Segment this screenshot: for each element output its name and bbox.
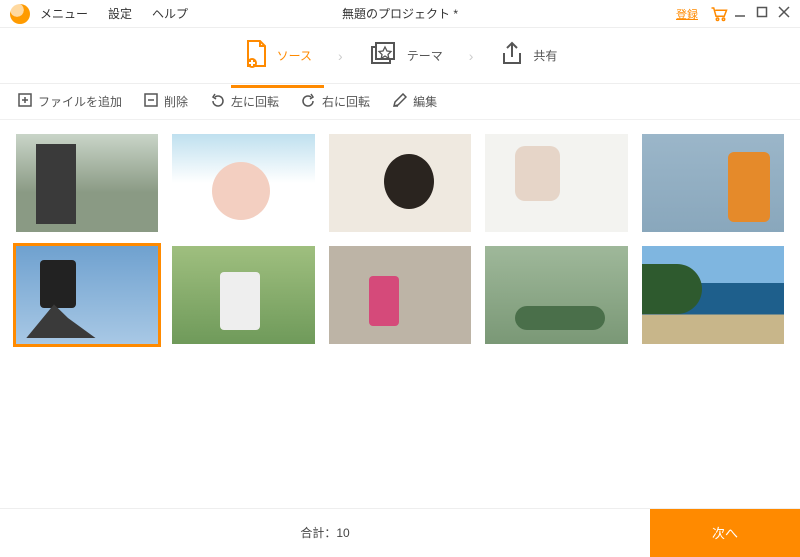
rotate-right-label: 右に回転	[322, 93, 370, 110]
thumbnail[interactable]	[485, 134, 627, 232]
footer-bar: 合計：10 次へ	[0, 508, 800, 556]
thumbnail[interactable]	[172, 134, 314, 232]
thumbnail[interactable]	[485, 246, 627, 344]
step-share-label: 共有	[533, 47, 557, 64]
actions-toolbar: ファイルを追加 削除 左に回転 右に回転 編集	[0, 84, 800, 120]
chevron-right-icon: ›	[469, 48, 474, 64]
add-file-button[interactable]: ファイルを追加	[18, 93, 122, 110]
thumbnail[interactable]	[16, 134, 158, 232]
document-add-icon	[243, 39, 269, 72]
next-button[interactable]: 次へ	[650, 509, 800, 557]
share-export-icon	[499, 41, 525, 70]
thumbnail[interactable]	[172, 246, 314, 344]
step-share[interactable]: 共有	[495, 31, 561, 80]
close-button[interactable]	[778, 6, 790, 21]
minimize-button[interactable]	[734, 6, 746, 21]
register-link[interactable]: 登録	[676, 6, 698, 22]
total-count: 合計：10	[0, 524, 650, 541]
plus-box-icon	[18, 93, 32, 110]
step-theme[interactable]: テーマ	[365, 30, 447, 81]
maximize-button[interactable]	[756, 6, 768, 21]
add-file-label: ファイルを追加	[38, 93, 122, 110]
thumbnail[interactable]	[642, 134, 784, 232]
step-tabs: ソース › テーマ › 共有	[0, 28, 800, 84]
edit-button[interactable]: 編集	[392, 93, 437, 111]
chevron-right-icon: ›	[338, 48, 343, 64]
cart-icon[interactable]	[710, 6, 728, 22]
thumbnail-selected[interactable]	[16, 246, 158, 344]
menu-help[interactable]: ヘルプ	[152, 5, 188, 22]
rotate-left-button[interactable]: 左に回転	[210, 93, 279, 111]
thumbnail-grid	[0, 120, 800, 508]
rotate-left-label: 左に回転	[231, 93, 279, 110]
edit-pencil-icon	[392, 93, 407, 111]
app-logo	[10, 4, 30, 24]
step-source-label: ソース	[277, 47, 312, 64]
rotate-right-icon	[301, 93, 316, 111]
rotate-left-icon	[210, 93, 225, 111]
thumbnail[interactable]	[642, 246, 784, 344]
step-theme-label: テーマ	[407, 47, 443, 64]
thumbnail[interactable]	[329, 246, 471, 344]
rotate-right-button[interactable]: 右に回転	[301, 93, 370, 111]
delete-label: 削除	[164, 93, 188, 110]
theme-star-icon	[369, 40, 399, 71]
menu-menu[interactable]: メニュー	[40, 5, 88, 22]
menu-settings[interactable]: 設定	[108, 5, 132, 22]
step-source[interactable]: ソース	[239, 29, 316, 82]
menu-bar: メニュー 設定 ヘルプ 無題のプロジェクト * 登録	[0, 0, 800, 28]
thumbnail[interactable]	[329, 134, 471, 232]
edit-label: 編集	[413, 93, 437, 110]
delete-button[interactable]: 削除	[144, 93, 188, 110]
minus-box-icon	[144, 93, 158, 110]
